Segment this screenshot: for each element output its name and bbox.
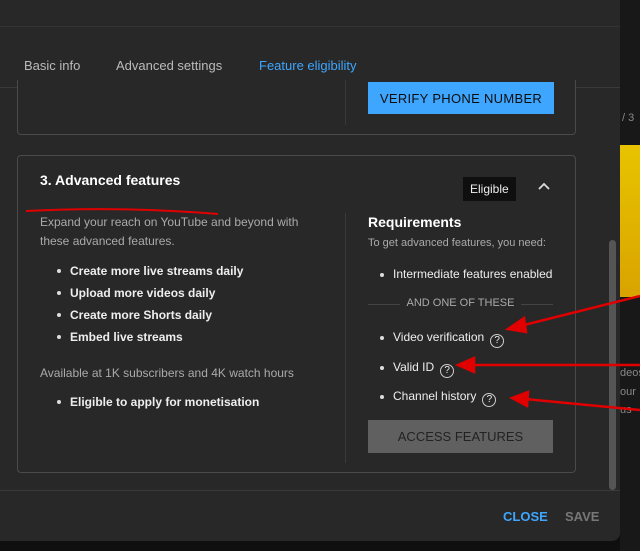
advanced-features-card: 3. Advanced features Eligible Expand you…: [17, 155, 576, 473]
divider: [0, 490, 620, 491]
requirement-item: Intermediate features enabled: [368, 267, 552, 281]
background-text: deos: [620, 367, 640, 379]
help-icon[interactable]: ?: [440, 364, 455, 378]
list-item: Embed live streams: [40, 329, 243, 351]
help-icon[interactable]: ?: [490, 334, 505, 348]
tab-feature-eligibility[interactable]: Feature eligibility: [259, 58, 357, 73]
requirement-option: Channel history?: [368, 389, 497, 407]
list-item: Eligible to apply for monetisation: [40, 394, 259, 416]
requirements-subtitle: To get advanced features, you need:: [368, 237, 546, 249]
list-item: Create more live streams daily: [40, 263, 243, 285]
background-thumbnail: [620, 145, 640, 297]
background-text: / 3: [622, 112, 635, 124]
scrollbar[interactable]: [609, 240, 616, 490]
separator: AND ONE OF THESE: [368, 297, 553, 311]
feature-list: Create more live streams daily Upload mo…: [40, 263, 243, 351]
list-item: Upload more videos daily: [40, 285, 243, 307]
background-text: our: [620, 386, 636, 398]
option-label: Valid ID: [393, 360, 435, 374]
divider: [345, 80, 346, 125]
section-title: 3. Advanced features: [40, 172, 181, 188]
tab-basic-info[interactable]: Basic info: [24, 58, 80, 73]
close-button[interactable]: CLOSE: [503, 509, 548, 524]
tab-advanced-settings[interactable]: Advanced settings: [116, 58, 222, 73]
availability-list: Eligible to apply for monetisation: [40, 394, 259, 416]
verify-phone-button[interactable]: VERIFY PHONE NUMBER: [368, 82, 554, 114]
requirement-option: Video verification?: [368, 330, 505, 348]
list-item: Create more Shorts daily: [40, 307, 243, 329]
divider: [345, 213, 346, 463]
settings-dialog: Basic info Advanced settings Feature eli…: [0, 0, 620, 541]
save-button[interactable]: SAVE: [565, 509, 599, 524]
requirement-option: Valid ID?: [368, 360, 455, 378]
intro-text: Expand your reach on YouTube and beyond …: [40, 215, 299, 248]
intermediate-features-card: VERIFY PHONE NUMBER: [17, 80, 576, 135]
status-badge: Eligible: [463, 177, 516, 201]
background-text: us: [620, 404, 632, 416]
background-page: / 3 deos our us: [620, 0, 640, 551]
access-features-button[interactable]: ACCESS FEATURES: [368, 420, 553, 453]
option-label: Video verification: [393, 330, 485, 344]
requirements-title: Requirements: [368, 214, 462, 230]
divider: [0, 26, 620, 27]
chevron-up-icon[interactable]: [536, 178, 552, 194]
availability-text: Available at 1K subscribers and 4K watch…: [40, 366, 294, 380]
help-icon[interactable]: ?: [482, 393, 497, 407]
option-label: Channel history: [393, 389, 477, 403]
